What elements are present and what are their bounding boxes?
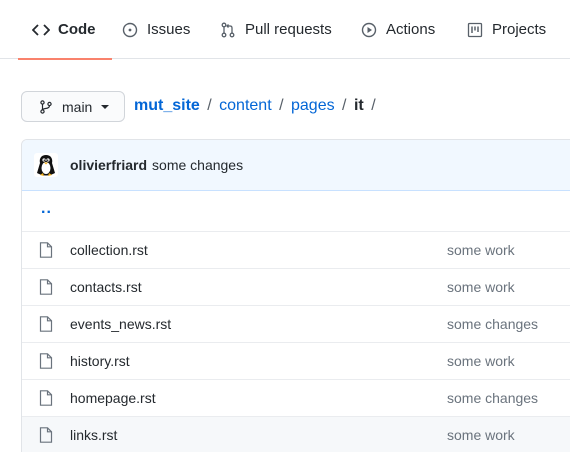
table-row: contacts.rst some work — [22, 269, 570, 306]
breadcrumb-separator: / — [207, 97, 212, 114]
issue-opened-icon — [121, 21, 139, 39]
file-commit-message[interactable]: some work — [447, 279, 515, 295]
code-icon — [32, 21, 50, 39]
file-icon — [39, 353, 53, 369]
project-icon — [466, 21, 484, 39]
latest-commit-bar: olivierfriard some changes — [22, 140, 570, 191]
file-commit-message[interactable]: some work — [447, 242, 515, 258]
tab-projects-label: Projects — [492, 21, 547, 38]
avatar[interactable] — [34, 153, 58, 177]
table-row: homepage.rst some changes — [22, 380, 570, 417]
breadcrumb-current: it — [353, 97, 364, 114]
breadcrumb-separator: / — [279, 97, 284, 114]
file-commit-message[interactable]: some work — [447, 427, 515, 443]
play-icon — [360, 21, 378, 39]
tab-actions-label: Actions — [386, 21, 436, 38]
table-row: links.rst some work — [22, 417, 570, 452]
table-row: history.rst some work — [22, 343, 570, 380]
commit-author-link[interactable]: olivierfriard — [70, 157, 147, 173]
git-pull-request-icon — [219, 21, 237, 39]
file-icon — [39, 279, 53, 295]
breadcrumb-link-pages[interactable]: pages — [291, 97, 335, 114]
file-commit-message[interactable]: some work — [447, 353, 515, 369]
repo-nav-tabs: Code Issues Pull requests Actions Projec… — [0, 0, 570, 60]
breadcrumb-separator: / — [342, 97, 347, 114]
chevron-down-icon — [101, 104, 110, 109]
table-row: collection.rst some work — [22, 232, 570, 269]
file-name-link[interactable]: contacts.rst — [70, 279, 142, 295]
breadcrumb-link-content[interactable]: content — [219, 97, 271, 114]
breadcrumb: mut_site / content / pages / it / — [134, 95, 379, 117]
git-branch-icon — [39, 99, 53, 114]
file-commit-message[interactable]: some changes — [447, 316, 538, 332]
file-name-link[interactable]: history.rst — [70, 353, 130, 369]
parent-directory-link[interactable]: .. — [41, 200, 52, 218]
table-row: events_news.rst some changes — [22, 306, 570, 343]
branch-name: main — [62, 98, 93, 115]
file-list: olivierfriard some changes .. collection… — [21, 139, 570, 452]
file-icon — [39, 427, 53, 443]
breadcrumb-separator: / — [371, 97, 376, 114]
parent-directory-row: .. — [22, 191, 570, 232]
tab-code[interactable]: Code — [18, 0, 111, 60]
file-commit-message[interactable]: some changes — [447, 390, 538, 406]
tab-code-label: Code — [58, 21, 96, 38]
file-icon — [39, 242, 53, 258]
tab-issues-label: Issues — [147, 21, 191, 38]
breadcrumb-repo-link[interactable]: mut_site — [134, 97, 200, 114]
file-name-link[interactable]: homepage.rst — [70, 390, 156, 406]
tab-actions[interactable]: Actions — [360, 0, 435, 59]
tab-projects[interactable]: Projects — [466, 0, 546, 59]
branch-select-button[interactable]: main — [21, 91, 125, 122]
file-name-link[interactable]: collection.rst — [70, 242, 148, 258]
tab-issues[interactable]: Issues — [121, 0, 190, 59]
file-name-link[interactable]: events_news.rst — [70, 316, 171, 332]
file-icon — [39, 316, 53, 332]
tab-pull-requests-label: Pull requests — [245, 21, 332, 38]
tab-pull-requests[interactable]: Pull requests — [219, 0, 332, 59]
commit-message-link[interactable]: some changes — [152, 157, 243, 173]
file-icon — [39, 390, 53, 406]
file-name-link[interactable]: links.rst — [70, 427, 117, 443]
